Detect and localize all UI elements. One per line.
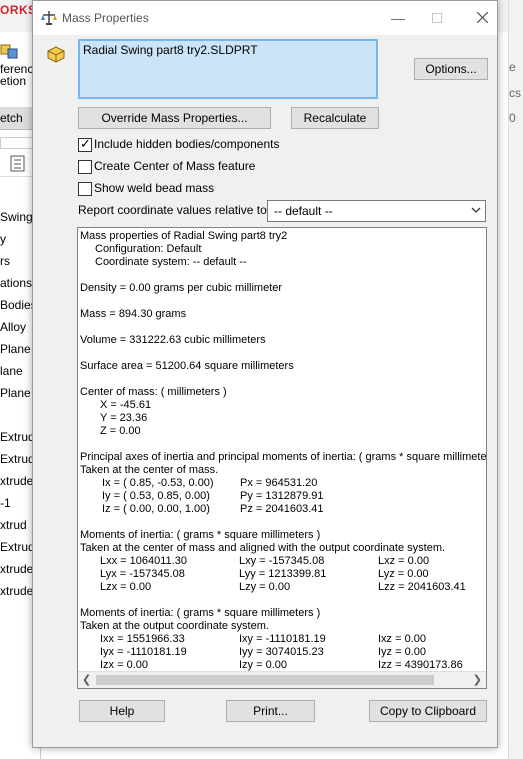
com-x: X = -45.61 [100,399,152,411]
moi-lyx: Lyx = -157345.08 [100,568,185,580]
mass-value: Mass = 894.30 grams [80,308,187,320]
moi-lyz: Lyz = 0.00 [378,568,429,580]
maximize-icon[interactable] [426,7,448,29]
help-button[interactable]: Help [79,700,165,722]
right-pane-text: e [509,60,516,74]
moi-lzz: Lzz = 2041603.41 [378,581,466,593]
scrollbar-thumb[interactable] [96,675,434,685]
results-header: Mass properties of Radial Swing part8 tr… [80,230,288,242]
copy-to-clipboard-button[interactable]: Copy to Clipboard [369,700,487,722]
right-pane-text: 0 [509,111,516,125]
horizontal-scrollbar[interactable]: ❮ ❯ [78,671,486,688]
mass-properties-results[interactable]: Mass properties of Radial Swing part8 tr… [77,227,487,689]
create-com-checkbox[interactable] [78,160,92,174]
select-value: -- default -- [274,204,333,218]
tab-sketch[interactable]: etch [0,111,23,125]
moi-lxx: Lxx = 1064011.30 [100,555,187,567]
volume-value: Volume = 331222.63 cubic millimeters [80,334,266,346]
moi-lxz: Lxz = 0.00 [378,555,430,567]
override-mass-properties-button[interactable]: Override Mass Properties... [78,107,271,129]
moi-lzy: Lzy = 0.00 [239,581,291,593]
selected-items-list[interactable]: Radial Swing part8 try2.SLDPRT [78,39,378,99]
com-y: Y = 23.36 [100,412,148,424]
scroll-left-icon[interactable]: ❮ [82,673,91,686]
moi-lxy: Lxy = -157345.08 [239,555,325,567]
reference-geometry-icon[interactable] [0,42,22,60]
results-text: Mass properties of Radial Swing part8 tr… [80,230,486,672]
checkbox-label[interactable]: Create Center of Mass feature [94,159,255,173]
selected-part-name[interactable]: Radial Swing part8 try2.SLDPRT [83,43,258,57]
moi-output-title: Moments of inertia: ( grams * square mil… [80,607,321,619]
minimize-icon[interactable]: — [387,7,409,29]
principal-ix: Ix = ( 0.85, -0.53, 0.00) [102,477,214,489]
checkbox-label[interactable]: Include hidden bodies/components [94,137,279,151]
moi-ixx: Ixx = 1551966.33 [100,633,185,645]
moi-output-subtitle: Taken at the output coordinate system. [80,620,269,632]
dialog-titlebar[interactable]: Mass Properties — [33,1,497,35]
cmd-label-2[interactable]: etion [0,74,26,88]
principal-py: Py = 1312879.91 [240,490,324,502]
right-pane-text: cs [509,86,521,100]
close-icon[interactable] [471,7,493,29]
chevron-down-icon[interactable] [471,206,481,214]
checkmark-icon: ✓ [80,136,91,151]
moi-com-title: Moments of inertia: ( grams * square mil… [80,529,321,541]
moi-iyx: Iyx = -1110181.19 [100,646,187,658]
principal-axes-title: Principal axes of inertia and principal … [80,451,486,463]
print-button[interactable]: Print... [226,700,315,722]
moi-ixz: Ixz = 0.00 [378,633,427,645]
weld-bead-checkbox[interactable] [78,182,92,196]
mass-properties-icon [41,11,57,25]
include-hidden-checkbox[interactable]: ✓ [78,136,92,152]
principal-iy: Iy = ( 0.53, 0.85, 0.00) [102,490,210,502]
density-value: Density = 0.00 grams per cubic millimete… [80,282,283,294]
com-z: Z = 0.00 [100,425,141,437]
results-config: Configuration: Default [95,243,202,255]
property-manager-icon[interactable] [10,155,26,173]
moi-lyy: Lyy = 1213399.81 [239,568,327,580]
moi-ixy: Ixy = -1110181.19 [239,633,326,645]
recalculate-button[interactable]: Recalculate [291,107,379,129]
principal-axes-subtitle: Taken at the center of mass. [80,464,219,476]
surface-area-value: Surface area = 51200.64 square millimete… [80,360,294,372]
moi-com-subtitle: Taken at the center of mass and aligned … [80,542,446,554]
results-coordsys: Coordinate system: -- default -- [95,256,247,268]
principal-pz: Pz = 2041603.41 [240,503,324,515]
principal-iz: Iz = ( 0.00, 0.00, 1.00) [102,503,210,515]
checkbox-label[interactable]: Show weld bead mass [94,181,214,195]
principal-px: Px = 964531.20 [240,477,318,489]
moi-iyy: Iyy = 3074015.23 [239,646,324,658]
options-button[interactable]: Options... [414,58,488,80]
part-icon [47,46,65,63]
report-coordinate-label: Report coordinate values relative to: [78,203,271,217]
moi-iyz: Iyz = 0.00 [378,646,427,658]
mass-properties-dialog: Mass Properties — Radial Swing part8 try… [32,0,498,748]
moi-lzx: Lzx = 0.00 [100,581,152,593]
dialog-title: Mass Properties [62,11,149,25]
scroll-right-icon[interactable]: ❯ [473,673,482,686]
coordinate-system-select[interactable]: -- default -- [267,200,486,222]
center-of-mass-title: Center of mass: ( millimeters ) [80,386,227,398]
